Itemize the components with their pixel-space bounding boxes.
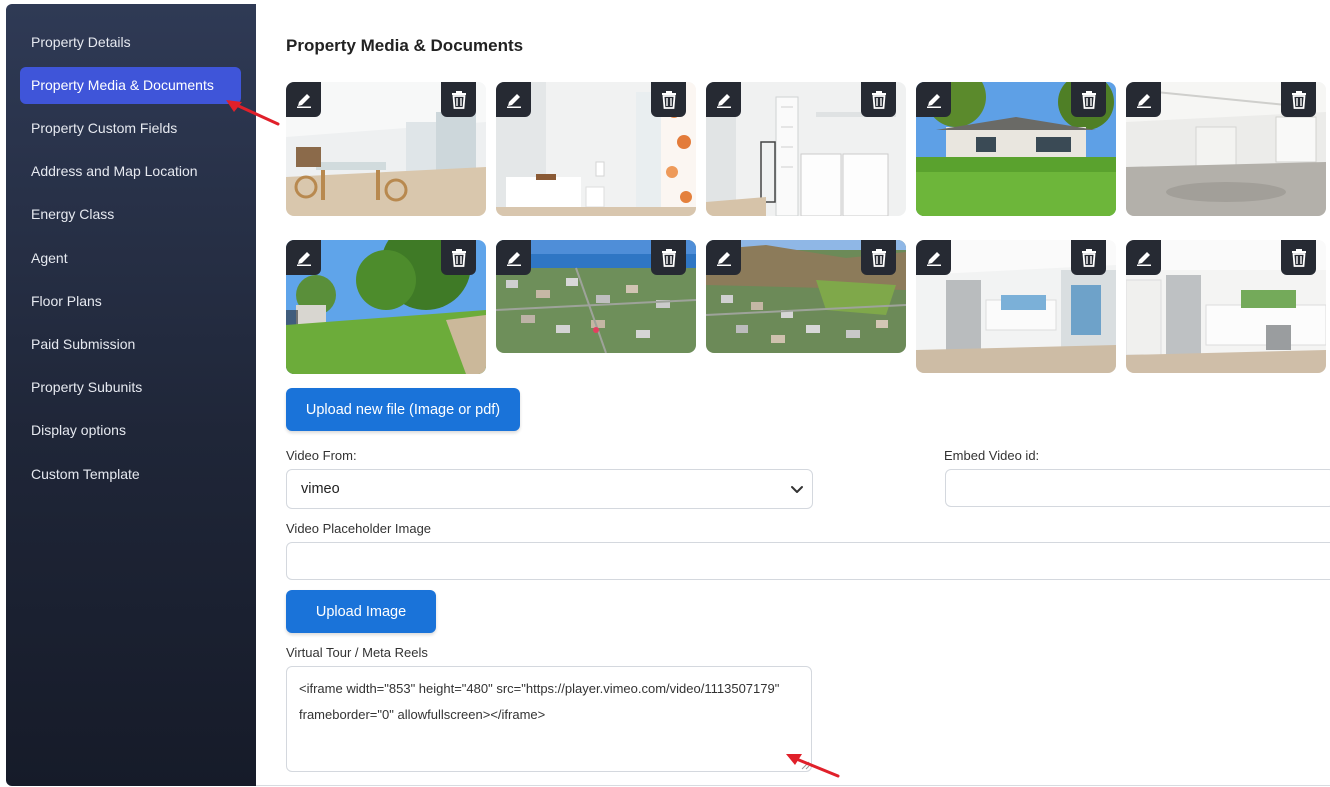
chevron-down-icon xyxy=(791,486,803,493)
annotation-arrow-icon xyxy=(786,754,840,778)
trash-icon xyxy=(661,248,676,267)
annotation-arrow-icon xyxy=(226,100,280,126)
delete-button[interactable] xyxy=(861,240,896,275)
pencil-icon xyxy=(296,251,311,266)
trash-icon xyxy=(871,90,886,109)
video-from-label: Video From: xyxy=(286,448,357,463)
trash-icon xyxy=(451,90,466,109)
trash-icon xyxy=(451,248,466,267)
virtual-tour-textarea[interactable]: <iframe width="853" height="480" src="ht… xyxy=(286,666,812,772)
gallery-item[interactable] xyxy=(1126,240,1326,373)
embed-video-id-input[interactable] xyxy=(945,469,1330,507)
delete-button[interactable] xyxy=(1071,82,1106,117)
gallery-item[interactable] xyxy=(1126,82,1326,216)
edit-button[interactable] xyxy=(496,240,531,275)
sidebar-item-agent[interactable]: Agent xyxy=(20,240,241,277)
gallery-item[interactable] xyxy=(706,82,906,216)
video-placeholder-input[interactable] xyxy=(286,542,1330,580)
trash-icon xyxy=(871,248,886,267)
gallery-item[interactable] xyxy=(916,82,1116,216)
sidebar-item-property-details[interactable]: Property Details xyxy=(20,24,241,61)
virtual-tour-label: Virtual Tour / Meta Reels xyxy=(286,645,428,660)
delete-button[interactable] xyxy=(1071,240,1106,275)
gallery-item[interactable] xyxy=(286,240,486,374)
delete-button[interactable] xyxy=(651,240,686,275)
delete-button[interactable] xyxy=(651,82,686,117)
sidebar-item-energy-class[interactable]: Energy Class xyxy=(20,196,241,233)
edit-button[interactable] xyxy=(916,82,951,117)
pencil-icon xyxy=(1136,251,1151,266)
pencil-icon xyxy=(926,93,941,108)
pencil-icon xyxy=(716,93,731,108)
edit-button[interactable] xyxy=(286,82,321,117)
sidebar-item-floor-plans[interactable]: Floor Plans xyxy=(20,283,241,320)
sidebar: Property Details Property Media & Docume… xyxy=(6,4,256,786)
edit-button[interactable] xyxy=(706,82,741,117)
video-from-select[interactable]: vimeo xyxy=(286,469,813,509)
edit-button[interactable] xyxy=(496,82,531,117)
pencil-icon xyxy=(296,93,311,108)
sidebar-item-display-options[interactable]: Display options xyxy=(20,412,241,449)
edit-button[interactable] xyxy=(1126,82,1161,117)
edit-button[interactable] xyxy=(1126,240,1161,275)
pencil-icon xyxy=(506,93,521,108)
bottom-divider xyxy=(256,785,1330,786)
gallery-item[interactable] xyxy=(706,240,906,353)
page-title: Property Media & Documents xyxy=(286,36,524,55)
upload-image-button[interactable]: Upload Image xyxy=(286,590,436,633)
sidebar-item-property-custom-fields[interactable]: Property Custom Fields xyxy=(20,110,241,147)
pencil-icon xyxy=(506,251,521,266)
gallery-item[interactable] xyxy=(496,240,696,353)
trash-icon xyxy=(1081,248,1096,267)
pencil-icon xyxy=(716,251,731,266)
delete-button[interactable] xyxy=(1281,82,1316,117)
trash-icon xyxy=(661,90,676,109)
edit-button[interactable] xyxy=(706,240,741,275)
sidebar-item-paid-submission[interactable]: Paid Submission xyxy=(20,326,241,363)
edit-button[interactable] xyxy=(916,240,951,275)
pencil-icon xyxy=(926,251,941,266)
sidebar-item-property-subunits[interactable]: Property Subunits xyxy=(20,369,241,406)
sidebar-item-address-map-location[interactable]: Address and Map Location xyxy=(20,153,241,190)
trash-icon xyxy=(1081,90,1096,109)
pencil-icon xyxy=(1136,93,1151,108)
edit-button[interactable] xyxy=(286,240,321,275)
upload-file-button[interactable]: Upload new file (Image or pdf) xyxy=(286,388,520,431)
video-placeholder-label: Video Placeholder Image xyxy=(286,521,432,536)
delete-button[interactable] xyxy=(441,240,476,275)
delete-button[interactable] xyxy=(861,82,896,117)
gallery-item[interactable] xyxy=(496,82,696,216)
trash-icon xyxy=(1291,90,1306,109)
video-from-value: vimeo xyxy=(301,481,340,497)
gallery-item[interactable] xyxy=(916,240,1116,373)
gallery-item[interactable] xyxy=(286,82,486,216)
trash-icon xyxy=(1291,248,1306,267)
delete-button[interactable] xyxy=(441,82,476,117)
sidebar-item-property-media-documents[interactable]: Property Media & Documents xyxy=(20,67,241,104)
delete-button[interactable] xyxy=(1281,240,1316,275)
sidebar-item-custom-template[interactable]: Custom Template xyxy=(20,456,241,493)
embed-video-id-label: Embed Video id: xyxy=(944,448,1040,463)
